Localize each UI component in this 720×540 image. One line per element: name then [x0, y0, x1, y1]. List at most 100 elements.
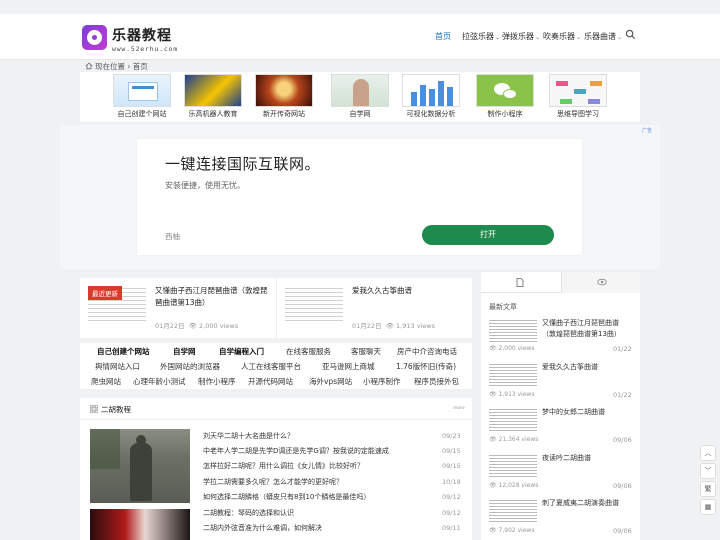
app-card[interactable]: 自学网	[329, 74, 391, 119]
chevron-down-icon: ⌄	[535, 34, 541, 41]
post-title[interactable]: 刺了夏威夷二胡演奏曲谱	[542, 498, 632, 509]
post-title[interactable]: 爱我久久古筝曲谱	[542, 362, 632, 373]
eye-icon: 👁	[385, 322, 394, 330]
nav-bowed-strings[interactable]: 拉弦乐器⌄	[462, 31, 500, 42]
app-thumbnail	[113, 74, 171, 107]
featured-post[interactable]: 爱我久久古筝曲谱 01月22日 👁 1,913 views	[276, 278, 472, 338]
scroll-up-button[interactable]: ︿	[700, 445, 716, 461]
post-date: 01/22	[613, 391, 632, 399]
post-views: 👁 1,913 views	[489, 391, 535, 398]
tag-link[interactable]: 外国网站的浏览器	[160, 361, 220, 372]
article-link[interactable]: 二胡内外弦音准为什么难调，如何解决	[203, 523, 322, 533]
site-logo[interactable]	[82, 25, 107, 50]
article-link[interactable]: 如何选择二胡鳞格（蟒皮只有8到10个鳞格是最佳吗）	[203, 492, 370, 502]
tag-link[interactable]: 房产中介咨询电话	[397, 346, 457, 357]
tag-link[interactable]: 在线客服服务	[286, 346, 331, 357]
article-link[interactable]: 学拉二胡需要多久呢？怎么才能学的更好呢？	[203, 477, 343, 487]
tag-link[interactable]: 1.76版怀旧(传奇)	[396, 361, 456, 372]
chevron-down-icon: ﹀	[704, 467, 712, 475]
sidebar: 最新文章 又懂曲子西江月琵琶曲谱（敦煌琵琶曲谱第13曲） 👁 2,000 vie…	[481, 272, 640, 540]
qrcode-icon: ▦	[704, 503, 712, 511]
app-card[interactable]: 制作小程序	[474, 74, 536, 119]
post-views: 👁 2,000 views	[489, 345, 535, 352]
tag-link[interactable]: 人工在线客服平台	[241, 361, 301, 372]
tag-link[interactable]: 自己创建个网站	[97, 346, 150, 357]
app-label: 新开传奇网站	[263, 110, 305, 118]
sidebar-tabs	[481, 272, 640, 293]
advertisement: 广告 一键连接国际互联网。 安装便捷，使用无忧。 西柚 打开	[60, 125, 660, 269]
article-link[interactable]: 二胡教程：琴码的选择和认识	[203, 508, 294, 518]
scroll-down-button[interactable]: ﹀	[700, 463, 716, 479]
app-card[interactable]: 新开传奇网站	[253, 74, 315, 119]
post-date: 09/06	[613, 527, 632, 535]
post-thumbnail[interactable]	[489, 407, 537, 432]
tag-link[interactable]: 小程序制作	[363, 376, 401, 387]
post-title[interactable]: 夜读吟二胡曲谱	[542, 453, 632, 464]
article-link[interactable]: 怎样拉好二胡呢？用什么调拉《女儿情》比较好听？	[203, 461, 364, 471]
tag-link[interactable]: 舆情网站入口	[95, 361, 140, 372]
search-icon[interactable]	[625, 29, 636, 40]
tag-link[interactable]: 自学网	[173, 346, 196, 357]
nav-home[interactable]: 首页	[435, 31, 451, 42]
nav-plucked-strings[interactable]: 弹拨乐器⌄	[502, 31, 540, 42]
tag-link[interactable]: 心理年龄小测试	[133, 376, 186, 387]
app-label: 自己创建个网站	[117, 110, 167, 118]
performer-photo[interactable]	[90, 509, 190, 540]
tab-latest[interactable]	[481, 272, 560, 293]
statue-photo[interactable]	[90, 429, 190, 503]
post-thumbnail[interactable]	[489, 318, 537, 343]
app-thumbnail	[549, 74, 607, 107]
tag-link[interactable]: 制作小程序	[198, 376, 236, 387]
app-card[interactable]: 自己创建个网站	[111, 74, 173, 119]
ad-open-button[interactable]: 打开	[422, 225, 554, 245]
section-title[interactable]: 二胡教程	[101, 404, 131, 415]
eye-icon: 👁	[188, 322, 197, 330]
featured-post[interactable]: 最近更新 又懂曲子西江月琵琶曲谱（敦煌琵琶曲谱第13曲） 01月22日 👁 2,…	[80, 278, 276, 338]
nav-sheet-music[interactable]: 乐器曲谱⌄	[584, 31, 622, 42]
article-link[interactable]: 中老年人学二胡是先学D调还是先学G调？按我说的定能速成	[203, 446, 389, 456]
home-icon[interactable]	[85, 62, 93, 70]
nav-wind-instruments[interactable]: 吹奏乐器⌄	[543, 31, 581, 42]
chevron-down-icon: ⌄	[576, 34, 582, 41]
traditional-chinese-button[interactable]: 繁	[700, 481, 716, 497]
post-thumbnail[interactable]	[489, 453, 537, 478]
post-thumbnail[interactable]	[285, 285, 343, 321]
more-link[interactable]: more	[453, 406, 465, 411]
tag-link[interactable]: 亚马逊网上商城	[322, 361, 375, 372]
post-title[interactable]: 爱我久久古筝曲谱	[352, 285, 467, 297]
breadcrumb-current[interactable]: 首页	[133, 62, 148, 71]
tag-link[interactable]: 开源代码网站	[248, 376, 293, 387]
post-thumbnail[interactable]	[489, 362, 537, 387]
article-link[interactable]: 刘天华二胡十大名曲是什么？	[203, 431, 294, 441]
tag-link[interactable]: 爬虫网站	[91, 376, 121, 387]
post-date: 09/06	[613, 482, 632, 490]
app-thumbnail	[331, 74, 389, 107]
app-thumbnail	[402, 74, 460, 107]
app-label: 制作小程序	[487, 110, 523, 118]
ad-title: 一键连接国际互联网。	[165, 155, 321, 173]
link-grid: 自己创建个网站 自学网 自学编程入门 在线客服服务 客服聊天 房产中介咨询电话 …	[80, 343, 472, 389]
app-card[interactable]: 乐高机器人教育	[182, 74, 244, 119]
ad-card[interactable]: 一键连接国际互联网。 安装便捷，使用无忧。 西柚 打开	[137, 139, 582, 255]
breadcrumb: 现在位置 › 首页	[85, 61, 148, 72]
post-thumbnail[interactable]	[489, 498, 537, 523]
ad-subtitle: 安装便捷，使用无忧。	[165, 181, 245, 190]
post-title[interactable]: 梦中的女郎二胡曲谱	[542, 407, 632, 418]
site-title[interactable]: 乐器教程	[112, 25, 172, 45]
tag-link[interactable]: 海外vps网站	[309, 376, 352, 387]
qrcode-button[interactable]: ▦	[700, 499, 716, 515]
tag-link[interactable]: 自学编程入门	[219, 346, 264, 357]
app-label: 自学网	[349, 110, 371, 118]
app-card[interactable]: 思维导图学习	[547, 74, 609, 119]
site-url: www.52erhu.com	[112, 45, 178, 53]
ad-mark[interactable]: 广告	[642, 127, 652, 134]
tab-popular[interactable]	[561, 272, 640, 293]
tag-link[interactable]: 程序员接外包	[414, 376, 459, 387]
app-card[interactable]: 可视化数据分析	[400, 74, 462, 119]
post-title[interactable]: 又懂曲子西江月琵琶曲谱（敦煌琵琶曲谱第13曲）	[155, 285, 270, 309]
post-title[interactable]: 又懂曲子西江月琵琶曲谱（敦煌琵琶曲谱第13曲）	[542, 318, 632, 340]
tag-link[interactable]: 客服聊天	[351, 346, 381, 357]
app-label: 思维导图学习	[557, 110, 599, 118]
chevron-down-icon: ⌄	[617, 34, 623, 41]
app-strip: 自己创建个网站 乐高机器人教育 新开传奇网站 自学网 可视化数据分析 制作小程序	[80, 72, 640, 122]
